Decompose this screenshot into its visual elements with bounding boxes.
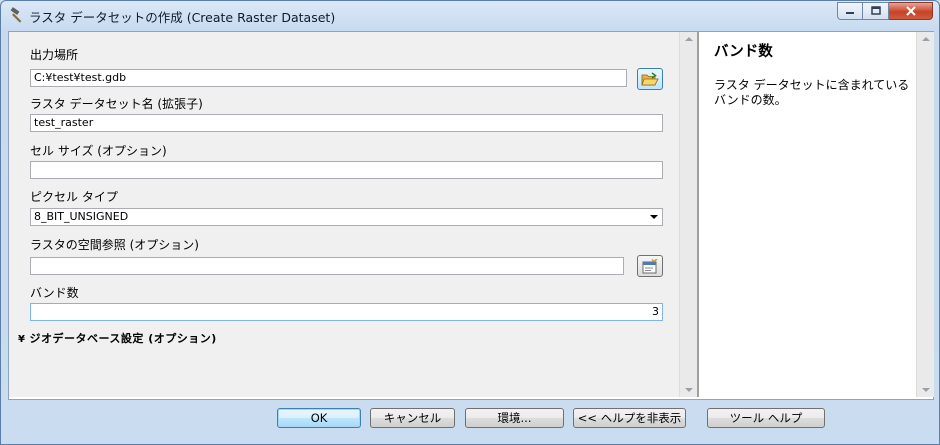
double-chevron-down-icon: ¥ — [18, 334, 26, 345]
cell-size-label: セル サイズ (オプション) — [30, 144, 167, 158]
spatial-ref-label: ラスタの空間参照 (オプション) — [30, 238, 199, 252]
tool-help-button[interactable]: ツール ヘルプ — [707, 408, 825, 428]
pixel-type-value: 8_BIT_UNSIGNED — [34, 210, 129, 223]
output-location-label: 出力場所 — [30, 48, 79, 62]
chevron-down-icon — [650, 215, 658, 219]
pixel-type-label: ピクセル タイプ — [30, 190, 118, 204]
spatial-ref-properties-button[interactable] — [637, 255, 663, 277]
parameters-panel: 出力場所 C:¥test¥test.gdb ラスタ データセット名 (拡張子) … — [9, 32, 679, 397]
environments-button[interactable]: 環境... — [465, 408, 564, 428]
env-settings-label: ジオデータベース設定 (オプション) — [29, 332, 217, 345]
hide-help-button[interactable]: << ヘルプを非表示 — [573, 408, 686, 428]
band-count-label: バンド数 — [30, 286, 79, 300]
dialog-window: ラスタ データセットの作成 (Create Raster Dataset) 出力… — [0, 0, 940, 445]
cell-size-input[interactable] — [30, 161, 663, 179]
maximize-icon — [870, 6, 881, 15]
help-scrollbar[interactable] — [916, 32, 934, 397]
properties-icon — [642, 258, 658, 273]
minimize-icon — [846, 12, 854, 14]
hammer-icon — [10, 7, 22, 23]
parameters-scrollbar[interactable] — [679, 32, 697, 397]
close-icon — [905, 6, 916, 16]
minimize-button[interactable] — [837, 2, 863, 20]
output-location-input[interactable]: C:¥test¥test.gdb — [30, 69, 627, 87]
env-settings-toggle[interactable]: ¥ ジオデータベース設定 (オプション) — [18, 330, 217, 346]
window-title: ラスタ データセットの作成 (Create Raster Dataset) — [29, 10, 336, 25]
maximize-button[interactable] — [863, 2, 889, 20]
dialog-client: 出力場所 C:¥test¥test.gdb ラスタ データセット名 (拡張子) … — [8, 31, 934, 400]
scroll-down-icon[interactable] — [685, 388, 693, 392]
title-bar[interactable]: ラスタ データセットの作成 (Create Raster Dataset) — [1, 1, 939, 29]
cancel-button[interactable]: キャンセル — [370, 408, 455, 428]
browse-output-location-button[interactable] — [637, 68, 663, 90]
raster-name-input[interactable]: test_raster — [30, 114, 663, 132]
help-body: ラスタ データセットに含まれているバンドの数。 — [714, 78, 910, 107]
button-bar: OK キャンセル 環境... << ヘルプを非表示 ツール ヘルプ — [1, 400, 939, 444]
pixel-type-select[interactable]: 8_BIT_UNSIGNED — [30, 208, 663, 226]
open-folder-icon — [641, 71, 659, 85]
close-button[interactable] — [889, 2, 933, 20]
help-panel: バンド数 ラスタ データセットに含まれているバンドの数。 — [697, 32, 918, 397]
scroll-up-icon[interactable] — [922, 37, 930, 41]
band-count-input[interactable]: 3 — [30, 303, 663, 321]
spatial-ref-input[interactable] — [30, 257, 624, 275]
raster-name-label: ラスタ データセット名 (拡張子) — [30, 97, 203, 111]
scroll-down-icon[interactable] — [922, 388, 930, 392]
ok-button[interactable]: OK — [277, 408, 361, 428]
scroll-up-icon[interactable] — [685, 37, 693, 41]
help-title: バンド数 — [714, 44, 773, 60]
